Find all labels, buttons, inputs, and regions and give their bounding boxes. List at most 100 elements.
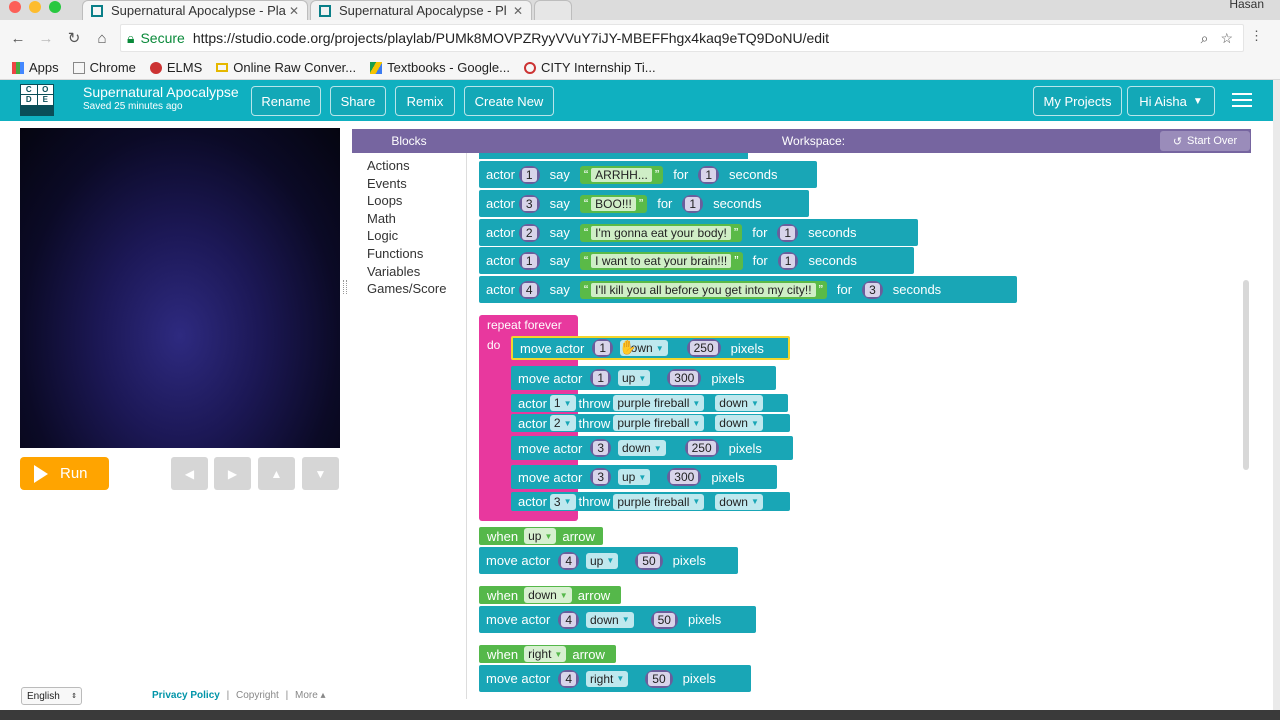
browser-tab[interactable]: Supernatural Apocalypse - Pl ✕ xyxy=(310,0,532,20)
category-math[interactable]: Math xyxy=(367,211,396,226)
create-new-button[interactable]: Create New xyxy=(464,86,554,116)
string-value[interactable]: “I'll kill you all before you get into m… xyxy=(579,280,827,299)
actor-number[interactable]: 1 xyxy=(518,165,540,184)
direction-dropdown[interactable]: up xyxy=(618,469,651,485)
seconds-number[interactable]: 1 xyxy=(698,165,720,184)
home-icon[interactable]: ⌂ xyxy=(88,30,116,47)
category-events[interactable]: Events xyxy=(367,176,407,191)
seconds-number[interactable]: 3 xyxy=(862,280,883,299)
share-button[interactable]: Share xyxy=(330,86,386,116)
when-arrow-event[interactable]: when up arrow xyxy=(479,527,603,545)
say-block[interactable]: actor 2 say “I'm gonna eat your body!” f… xyxy=(479,219,918,246)
throw-block[interactable]: actor 1 throw purple fireball down xyxy=(511,394,788,412)
move-actor-block[interactable]: move actor 4 right 50 pixels xyxy=(479,665,751,692)
close-window-icon[interactable] xyxy=(9,1,21,13)
seconds-number[interactable]: 1 xyxy=(777,223,799,242)
url-text[interactable]: https://studio.code.org/projects/playlab… xyxy=(193,30,829,46)
move-actor-block[interactable]: move actor 3 up 300 pixels xyxy=(511,465,777,489)
remix-button[interactable]: Remix xyxy=(395,86,455,116)
language-select[interactable]: English ⇕ xyxy=(21,687,82,705)
code-org-logo[interactable]: C O D E xyxy=(20,84,54,116)
actor-number[interactable]: 3 xyxy=(590,439,611,457)
say-block[interactable]: actor 4 say “I'll kill you all before yo… xyxy=(479,276,1017,303)
throw-block[interactable]: actor 2 throw purple fireball down xyxy=(511,414,790,432)
move-actor-block[interactable]: move actor 3 down 250 pixels xyxy=(511,436,793,460)
pixels-number[interactable]: 50 xyxy=(645,669,673,688)
close-tab-icon[interactable]: ✕ xyxy=(289,4,299,18)
bookmark-star-icon[interactable]: ☆ xyxy=(1220,30,1233,47)
actor-number[interactable]: 2 xyxy=(518,223,540,242)
actor-dropdown[interactable]: 1 xyxy=(549,395,576,411)
actor-number[interactable]: 1 xyxy=(590,369,611,387)
privacy-policy-link[interactable]: Privacy Policy xyxy=(152,690,220,701)
direction-dropdown[interactable]: down xyxy=(715,493,763,510)
category-actions[interactable]: Actions xyxy=(367,158,410,173)
move-actor-block[interactable]: move actor 1 up 300 pixels xyxy=(511,366,776,390)
actor-number[interactable]: 3 xyxy=(590,468,611,486)
bookmark-textbooks[interactable]: Textbooks - Google... xyxy=(370,60,510,75)
bookmark-apps[interactable]: Apps xyxy=(12,60,59,75)
seconds-number[interactable]: 1 xyxy=(682,194,704,213)
move-actor-block[interactable]: move actor 4 down 50 pixels xyxy=(479,606,756,633)
rename-button[interactable]: Rename xyxy=(251,86,321,116)
down-arrow-button[interactable]: ▼ xyxy=(302,457,339,490)
up-arrow-button[interactable]: ▲ xyxy=(258,457,295,490)
partial-block[interactable] xyxy=(479,153,748,159)
minimize-window-icon[interactable] xyxy=(29,1,41,13)
bookmark-city-internship[interactable]: CITY Internship Ti... xyxy=(523,60,656,75)
direction-dropdown[interactable]: down xyxy=(715,415,763,431)
menu-dots-icon[interactable]: ⋮ xyxy=(1250,28,1263,44)
game-stage[interactable] xyxy=(20,128,340,448)
direction-dropdown[interactable]: right xyxy=(586,670,629,687)
when-arrow-event[interactable]: when right arrow xyxy=(479,645,616,663)
more-link[interactable]: More ▴ xyxy=(295,690,326,701)
key-dropdown[interactable]: down xyxy=(524,587,572,603)
bookmark-elms[interactable]: ELMS xyxy=(149,60,202,75)
throw-block[interactable]: actor 3 throw purple fireball down xyxy=(511,492,790,511)
browser-tab-active[interactable]: Supernatural Apocalypse - Pla ✕ xyxy=(82,0,308,20)
actor-number[interactable]: 1 xyxy=(592,339,613,357)
category-variables[interactable]: Variables xyxy=(367,264,420,279)
close-tab-icon[interactable]: ✕ xyxy=(513,4,523,18)
move-actor-block[interactable]: move actor 4 up 50 pixels xyxy=(479,547,738,574)
when-arrow-event[interactable]: when down arrow xyxy=(479,586,621,604)
actor-dropdown[interactable]: 2 xyxy=(549,415,576,431)
search-icon[interactable]: ⌕ xyxy=(1201,30,1209,47)
string-value[interactable]: “I'm gonna eat your body!” xyxy=(579,223,743,242)
maximize-window-icon[interactable] xyxy=(49,1,61,13)
actor-number[interactable]: 4 xyxy=(518,280,540,299)
string-value[interactable]: “BOO!!!” xyxy=(579,194,648,213)
start-over-button[interactable]: ↺ Start Over xyxy=(1160,131,1250,151)
bookmark-chrome[interactable]: Chrome xyxy=(72,60,136,75)
projectile-dropdown[interactable]: purple fireball xyxy=(613,493,705,510)
new-tab-button[interactable] xyxy=(534,0,572,20)
right-arrow-button[interactable]: ▶ xyxy=(214,457,251,490)
actor-number[interactable]: 4 xyxy=(558,669,579,688)
actor-number[interactable]: 3 xyxy=(518,194,540,213)
direction-dropdown[interactable]: down xyxy=(618,440,666,456)
back-icon[interactable]: ← xyxy=(4,30,32,47)
pixels-number[interactable]: 250 xyxy=(686,339,721,357)
direction-dropdown[interactable]: down xyxy=(586,611,634,628)
pixels-number[interactable]: 300 xyxy=(667,369,702,387)
actor-number[interactable]: 1 xyxy=(518,251,540,270)
actor-dropdown[interactable]: 3 xyxy=(549,493,576,510)
resize-handle[interactable] xyxy=(343,280,347,294)
address-bar[interactable]: 🔒︎ Secure https://studio.code.org/projec… xyxy=(120,24,1244,52)
say-block[interactable]: actor 3 say “BOO!!!” for 1 seconds xyxy=(479,190,809,217)
actor-number[interactable]: 4 xyxy=(558,551,579,570)
move-actor-block-selected[interactable]: move actor 1 down 250 pixels xyxy=(511,336,790,360)
key-dropdown[interactable]: up xyxy=(524,528,557,544)
projectile-dropdown[interactable]: purple fireball xyxy=(613,415,705,431)
forward-icon[interactable]: → xyxy=(32,30,60,47)
profile-name[interactable]: Hasan xyxy=(1229,0,1264,11)
left-arrow-button[interactable]: ◀ xyxy=(171,457,208,490)
pixels-number[interactable]: 250 xyxy=(684,439,719,457)
category-games-score[interactable]: Games/Score xyxy=(367,281,446,296)
hamburger-menu-icon[interactable] xyxy=(1232,93,1252,107)
category-logic[interactable]: Logic xyxy=(367,228,398,243)
actor-number[interactable]: 4 xyxy=(558,610,579,629)
pixels-number[interactable]: 50 xyxy=(635,551,663,570)
category-functions[interactable]: Functions xyxy=(367,246,423,261)
projectile-dropdown[interactable]: purple fireball xyxy=(613,395,705,411)
